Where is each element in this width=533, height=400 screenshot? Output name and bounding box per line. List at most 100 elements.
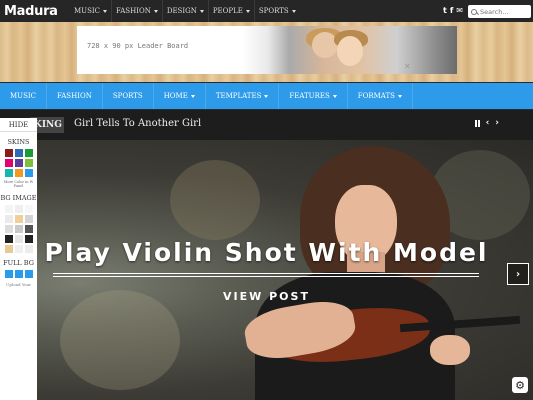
skin-swatch[interactable] bbox=[24, 149, 33, 157]
main-nav-item-formats[interactable]: FORMATS bbox=[348, 83, 413, 109]
main-nav-label: MUSIC bbox=[10, 92, 36, 100]
bg-image-swatch[interactable] bbox=[14, 245, 23, 253]
chevron-down-icon bbox=[332, 94, 337, 98]
main-nav-item-home[interactable]: HOME bbox=[154, 83, 206, 109]
skin-swatch[interactable] bbox=[14, 169, 23, 177]
full-bg-swatch[interactable] bbox=[24, 270, 33, 278]
hero-slider[interactable]: Play Violin Shot With Model VIEW POST › … bbox=[0, 140, 533, 400]
main-nav-item-music[interactable]: MUSIC bbox=[0, 83, 47, 109]
main-nav-label: HOME bbox=[163, 92, 188, 100]
bg-image-label: BG IMAGE bbox=[0, 194, 37, 202]
skin-swatch[interactable] bbox=[14, 149, 23, 157]
main-nav-label: TEMPLATES bbox=[215, 92, 262, 100]
chevron-left-icon[interactable]: ‹ bbox=[486, 119, 490, 128]
main-nav-label: FEATURES bbox=[289, 92, 330, 100]
full-bg-swatches bbox=[0, 270, 37, 278]
main-nav-item-fashion[interactable]: FASHION bbox=[47, 83, 103, 109]
header-background: 728 x 90 px Leader Board ✕ bbox=[0, 22, 533, 82]
bg-image-swatch[interactable] bbox=[4, 205, 13, 213]
bg-image-swatch[interactable] bbox=[4, 235, 13, 243]
skin-swatch[interactable] bbox=[24, 169, 33, 177]
social-links: t f ✉ bbox=[443, 6, 463, 16]
main-nav: MUSIC FASHION SPORTS HOME TEMPLATES FEAT… bbox=[0, 83, 533, 109]
bg-image-swatch[interactable] bbox=[14, 205, 23, 213]
chevron-down-icon bbox=[190, 94, 195, 98]
top-nav-label: PEOPLE bbox=[212, 7, 243, 15]
view-post-link[interactable]: VIEW POST bbox=[0, 290, 533, 303]
bg-image-swatch[interactable] bbox=[4, 215, 13, 223]
mail-icon[interactable]: ✉ bbox=[456, 6, 463, 16]
bg-image-swatch[interactable] bbox=[24, 205, 33, 213]
full-bg-swatch[interactable] bbox=[4, 270, 13, 278]
upload-note: Upload Your bbox=[5, 282, 32, 287]
chevron-down-icon bbox=[291, 9, 296, 13]
chevron-down-icon bbox=[397, 94, 402, 98]
top-bar: Madura MUSIC FASHION DESIGN PEOPLE SPORT… bbox=[0, 0, 533, 22]
facebook-icon[interactable]: f bbox=[450, 6, 453, 16]
top-nav-item-sports[interactable]: SPORTS bbox=[253, 0, 300, 22]
hero-divider bbox=[53, 273, 479, 277]
main-nav-item-templates[interactable]: TEMPLATES bbox=[206, 83, 280, 109]
skin-swatch[interactable] bbox=[4, 169, 13, 177]
search-icon[interactable] bbox=[471, 8, 477, 15]
hero-image-hand bbox=[430, 335, 470, 365]
top-nav-item-design[interactable]: DESIGN bbox=[161, 0, 208, 22]
main-nav-item-sports[interactable]: SPORTS bbox=[103, 83, 154, 109]
site-logo[interactable]: Madura bbox=[0, 4, 70, 19]
skin-swatch[interactable] bbox=[4, 159, 13, 167]
top-nav-label: DESIGN bbox=[166, 7, 197, 15]
more-colors-note: More Color in W Panel bbox=[3, 180, 34, 188]
bg-image-swatch[interactable] bbox=[24, 245, 33, 253]
trending-headline[interactable]: Girl Tells To Another Girl bbox=[74, 118, 201, 129]
chevron-down-icon bbox=[264, 94, 269, 98]
chevron-right-icon: › bbox=[515, 268, 521, 280]
main-nav-label: SPORTS bbox=[112, 92, 143, 100]
top-nav-label: MUSIC bbox=[74, 7, 100, 15]
top-nav-item-music[interactable]: MUSIC bbox=[70, 0, 111, 22]
ticker-controls: ‹ › bbox=[474, 119, 499, 128]
main-nav-label: FASHION bbox=[56, 92, 92, 100]
main-nav-label: FORMATS bbox=[357, 92, 395, 100]
skin-swatch[interactable] bbox=[24, 159, 33, 167]
chevron-right-icon[interactable]: › bbox=[495, 119, 499, 128]
wordpress-icon[interactable]: ⚙ bbox=[512, 377, 528, 393]
hide-panel-button[interactable]: HIDE bbox=[0, 118, 37, 132]
skins-label: SKINS bbox=[7, 138, 30, 146]
bg-image-swatch[interactable] bbox=[14, 225, 23, 233]
top-nav-label: FASHION bbox=[115, 7, 151, 15]
skin-swatch[interactable] bbox=[4, 149, 13, 157]
slider-next-button[interactable]: › bbox=[507, 263, 529, 285]
skin-swatch[interactable] bbox=[14, 159, 23, 167]
trending-ticker: KING Girl Tells To Another Girl ‹ › bbox=[0, 110, 533, 140]
search-input[interactable] bbox=[480, 7, 524, 16]
bg-image-swatch[interactable] bbox=[24, 225, 33, 233]
ad-text: 728 x 90 px Leader Board bbox=[87, 42, 189, 50]
hero-image-bokeh bbox=[60, 290, 180, 390]
ad-close-icon[interactable]: ✕ bbox=[404, 62, 411, 71]
twitter-icon[interactable]: t bbox=[443, 6, 447, 16]
chevron-down-icon bbox=[153, 9, 158, 13]
bg-image-swatch[interactable] bbox=[4, 245, 13, 253]
bg-image-swatch[interactable] bbox=[4, 225, 13, 233]
ad-image: ✕ bbox=[242, 26, 457, 74]
bg-image-swatch[interactable] bbox=[14, 235, 23, 243]
top-nav-item-people[interactable]: PEOPLE bbox=[207, 0, 254, 22]
full-bg-swatch[interactable] bbox=[14, 270, 23, 278]
style-switcher-panel: HIDE SKINS More Color in W Panel BG IMAG… bbox=[0, 118, 37, 400]
bg-image-swatch[interactable] bbox=[24, 235, 33, 243]
skin-swatches bbox=[0, 149, 37, 177]
chevron-down-icon bbox=[245, 9, 250, 13]
hero-image-bokeh bbox=[170, 160, 260, 240]
main-nav-item-features[interactable]: FEATURES bbox=[279, 83, 348, 109]
top-nav-label: SPORTS bbox=[258, 7, 289, 15]
bg-image-swatch[interactable] bbox=[24, 215, 33, 223]
pause-icon[interactable] bbox=[474, 119, 480, 127]
full-bg-label: FULL BG bbox=[3, 259, 34, 267]
ad-image-face bbox=[337, 36, 363, 66]
bg-image-swatch[interactable] bbox=[14, 215, 23, 223]
chevron-down-icon bbox=[199, 9, 204, 13]
leaderboard-ad[interactable]: 728 x 90 px Leader Board ✕ bbox=[77, 26, 457, 74]
top-nav-item-fashion[interactable]: FASHION bbox=[110, 0, 162, 22]
top-nav: MUSIC FASHION DESIGN PEOPLE SPORTS bbox=[70, 0, 300, 22]
hero-title[interactable]: Play Violin Shot With Model bbox=[0, 238, 533, 267]
